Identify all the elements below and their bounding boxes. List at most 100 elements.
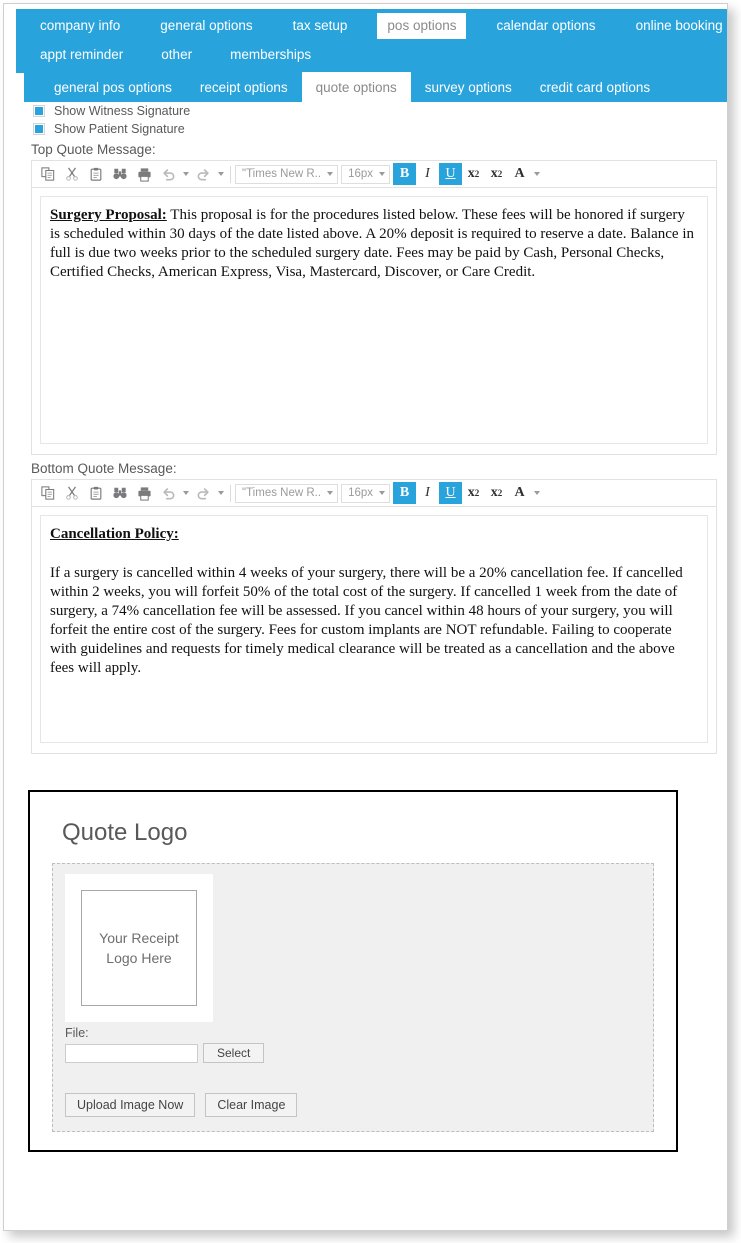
chevron-down-icon [379, 491, 385, 495]
font-size-value: 16px [348, 168, 373, 180]
file-input[interactable] [65, 1043, 198, 1063]
underline-button[interactable]: U [439, 482, 462, 504]
bottom-editor-toolbar: "Times New R.. 16px B I U x2 x2 A [32, 480, 716, 507]
quote-logo-dropzone[interactable]: Your Receipt Logo Here File: Select Uplo… [52, 863, 654, 1132]
underline-button[interactable]: U [439, 163, 462, 185]
top-quote-message-label: Top Quote Message: [31, 142, 156, 157]
logo-placeholder-line2: Logo Here [106, 950, 172, 966]
redo-dropdown-caret-icon[interactable] [215, 482, 226, 504]
superscript-exponent: 2 [474, 488, 480, 498]
nav-tab-tax-setup[interactable]: tax setup [283, 13, 358, 39]
content-area: Show Witness Signature Show Patient Sign… [4, 104, 727, 1152]
superscript-base: x [467, 166, 475, 181]
subscript-index: 2 [497, 488, 503, 498]
quote-logo-placeholder: Your Receipt Logo Here [81, 890, 197, 1006]
find-binoculars-icon[interactable] [108, 482, 132, 504]
show-patient-signature-label: Show Patient Signature [54, 122, 185, 136]
sub-tab-quote-options[interactable]: quote options [301, 72, 411, 103]
superscript-base: x [467, 485, 475, 500]
top-quote-editor: "Times New R.. 16px B I U x2 x2 A Surger… [31, 160, 717, 455]
nav-tab-pos-options[interactable]: pos options [377, 13, 467, 39]
superscript-button[interactable]: x2 [462, 163, 485, 185]
redo-icon[interactable] [191, 163, 215, 185]
subscript-base: x [490, 166, 498, 181]
nav-tab-company-info[interactable]: company info [30, 13, 130, 39]
bottom-quote-heading: Cancellation Policy: [50, 526, 179, 542]
undo-dropdown-caret-icon[interactable] [180, 163, 191, 185]
bold-button[interactable]: B [393, 163, 416, 185]
sub-tab-general-pos-options[interactable]: general pos options [40, 73, 186, 102]
chevron-down-icon [327, 491, 334, 495]
font-family-select[interactable]: "Times New R.. [235, 483, 339, 503]
subscript-button[interactable]: x2 [485, 482, 508, 504]
font-size-value: 16px [348, 487, 373, 499]
logo-action-buttons: Upload Image Now Clear Image [65, 1093, 641, 1117]
copy-icon[interactable] [36, 163, 60, 185]
chevron-down-icon [327, 172, 334, 176]
main-nav-row-1: company info general options tax setup p… [16, 13, 727, 42]
nav-tab-calendar-options[interactable]: calendar options [486, 13, 605, 39]
font-size-select[interactable]: 16px [341, 483, 390, 503]
checkbox-tick-icon [35, 125, 43, 133]
font-size-select[interactable]: 16px [341, 164, 390, 184]
nav-tab-appt-reminder[interactable]: appt reminder [30, 42, 133, 68]
bold-button[interactable]: B [393, 482, 416, 504]
bottom-quote-message-textarea[interactable]: Cancellation Policy: If a surgery is canc… [40, 515, 708, 743]
sub-navigation: general pos options receipt options quot… [24, 72, 727, 103]
superscript-exponent: 2 [474, 169, 480, 179]
redo-icon[interactable] [191, 482, 215, 504]
quote-logo-card: Quote Logo Your Receipt Logo Here File: … [28, 790, 678, 1152]
subscript-base: x [490, 485, 498, 500]
show-patient-signature-checkbox[interactable] [33, 123, 45, 135]
undo-dropdown-caret-icon[interactable] [180, 482, 191, 504]
select-file-button[interactable]: Select [203, 1043, 265, 1063]
italic-button[interactable]: I [416, 482, 439, 504]
font-family-select[interactable]: "Times New R.. [235, 164, 339, 184]
copy-icon[interactable] [36, 482, 60, 504]
bottom-quote-body: If a surgery is cancelled within 4 weeks… [50, 565, 683, 676]
show-witness-signature-label: Show Witness Signature [54, 104, 191, 118]
text-color-button[interactable]: A [508, 482, 531, 504]
toolbar-divider [230, 165, 231, 183]
nav-tab-online-booking[interactable]: online booking [626, 13, 727, 39]
page-frame: company info general options tax setup p… [3, 3, 728, 1231]
witness-signature-row: Show Witness Signature [33, 104, 727, 118]
redo-dropdown-caret-icon[interactable] [215, 163, 226, 185]
cut-icon[interactable] [60, 482, 84, 504]
chevron-down-icon [379, 172, 385, 176]
find-binoculars-icon[interactable] [108, 163, 132, 185]
subscript-button[interactable]: x2 [485, 163, 508, 185]
toolbar-divider [230, 484, 231, 502]
top-editor-toolbar: "Times New R.. 16px B I U x2 x2 A [32, 161, 716, 188]
bottom-quote-editor: "Times New R.. 16px B I U x2 x2 A Cancel… [31, 479, 717, 754]
file-row: Select [65, 1043, 641, 1063]
print-icon[interactable] [132, 163, 156, 185]
quote-logo-title: Quote Logo [62, 819, 188, 846]
nav-tab-general-options[interactable]: general options [150, 13, 262, 39]
file-label: File: [65, 1026, 89, 1040]
quote-logo-preview: Your Receipt Logo Here [65, 874, 213, 1022]
paste-icon[interactable] [84, 482, 108, 504]
sub-tab-credit-card-options[interactable]: credit card options [526, 73, 664, 102]
nav-tab-other[interactable]: other [151, 42, 202, 68]
sub-tab-receipt-options[interactable]: receipt options [186, 73, 302, 102]
undo-icon[interactable] [156, 163, 180, 185]
sub-tab-survey-options[interactable]: survey options [411, 73, 526, 102]
paste-icon[interactable] [84, 163, 108, 185]
text-color-button[interactable]: A [508, 163, 531, 185]
show-witness-signature-checkbox[interactable] [33, 105, 45, 117]
patient-signature-row: Show Patient Signature [33, 122, 727, 136]
text-color-dropdown-caret-icon[interactable] [531, 482, 542, 504]
text-color-dropdown-caret-icon[interactable] [531, 163, 542, 185]
italic-button[interactable]: I [416, 163, 439, 185]
main-nav-row-2: appt reminder other memberships [16, 42, 727, 68]
font-family-value: "Times New R.. [242, 168, 322, 180]
upload-image-now-button[interactable]: Upload Image Now [65, 1093, 196, 1117]
clear-image-button[interactable]: Clear Image [205, 1093, 298, 1117]
superscript-button[interactable]: x2 [462, 482, 485, 504]
print-icon[interactable] [132, 482, 156, 504]
undo-icon[interactable] [156, 482, 180, 504]
cut-icon[interactable] [60, 163, 84, 185]
top-quote-message-textarea[interactable]: Surgery Proposal: This proposal is for t… [40, 196, 708, 444]
nav-tab-memberships[interactable]: memberships [220, 42, 321, 68]
